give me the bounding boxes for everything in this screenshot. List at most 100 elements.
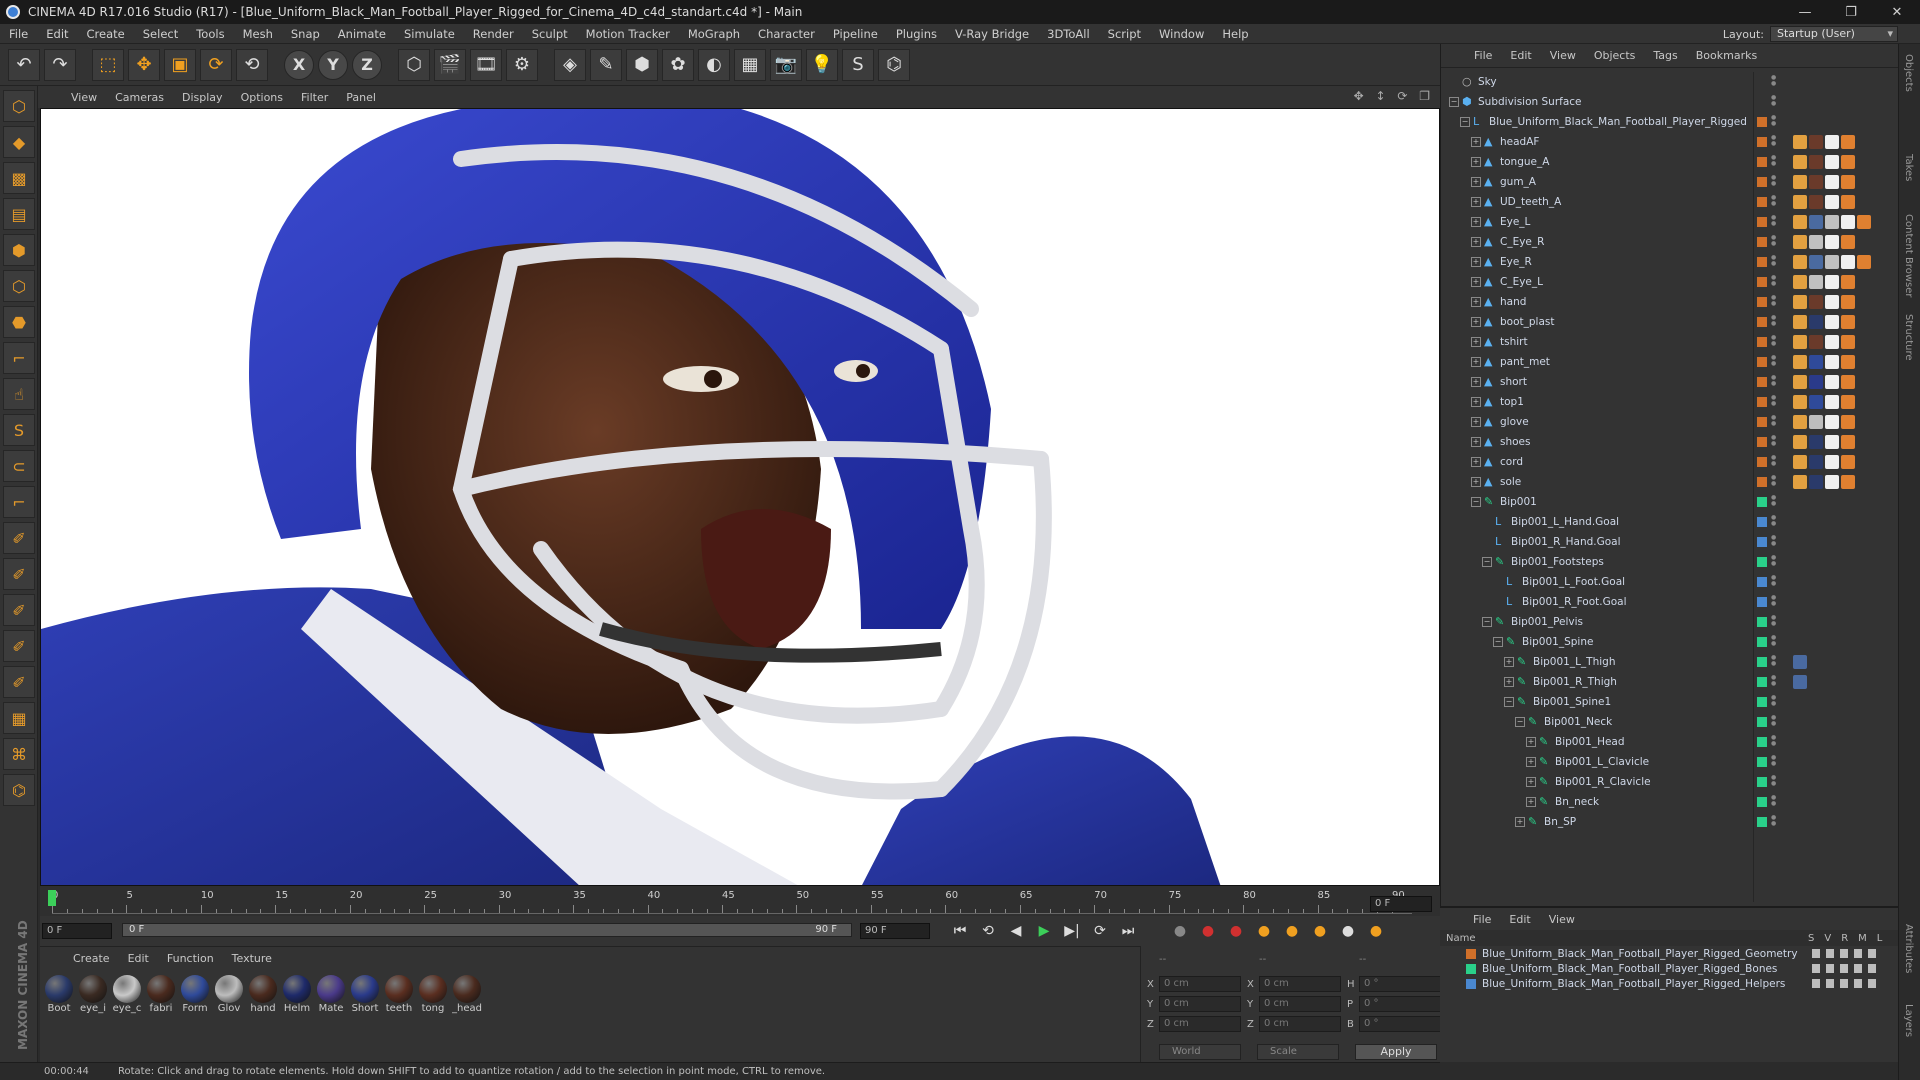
- play-button[interactable]: ▶: [1032, 920, 1056, 942]
- material-swatch[interactable]: Boot: [44, 975, 74, 1014]
- material-swatch[interactable]: hand: [248, 975, 278, 1014]
- collapse-icon[interactable]: −: [1482, 617, 1492, 627]
- coordinate-value-field[interactable]: 0 cm: [1159, 976, 1241, 992]
- expand-icon[interactable]: +: [1471, 457, 1481, 467]
- menu-3dtoall[interactable]: 3DToAll: [1038, 27, 1099, 41]
- layer-color-chip[interactable]: [1757, 117, 1767, 127]
- side-tab-content-browser[interactable]: Content Browser: [1903, 214, 1914, 297]
- object-row[interactable]: + ▲ glove ● ●: [1441, 412, 1899, 432]
- material-tag-icon[interactable]: [1793, 655, 1807, 669]
- material-tag-icon[interactable]: [1825, 375, 1839, 389]
- visibility-dots-icon[interactable]: ● ●: [1771, 535, 1776, 547]
- layer-color-chip[interactable]: [1757, 257, 1767, 267]
- material-tag-icon[interactable]: [1793, 255, 1807, 269]
- material-swatch[interactable]: eye_i: [78, 975, 108, 1014]
- expand-icon[interactable]: +: [1526, 777, 1536, 787]
- material-tag-icon[interactable]: [1793, 415, 1807, 429]
- visibility-dots-icon[interactable]: ● ●: [1771, 215, 1776, 227]
- collapse-icon[interactable]: −: [1515, 717, 1525, 727]
- layer-color-chip[interactable]: [1757, 137, 1767, 147]
- layer-flag-icon[interactable]: [1826, 964, 1834, 973]
- object-row[interactable]: L Bip001_L_Hand.Goal ● ●: [1441, 512, 1899, 532]
- layer-flag-icon[interactable]: [1826, 979, 1834, 988]
- visibility-dots-icon[interactable]: ● ●: [1771, 475, 1776, 487]
- layer-color-chip[interactable]: [1757, 597, 1767, 607]
- expand-icon[interactable]: +: [1515, 817, 1525, 827]
- object-menu-tags[interactable]: Tags: [1644, 49, 1686, 62]
- visibility-dots-icon[interactable]: ● ●: [1771, 515, 1776, 527]
- model-mode-icon[interactable]: ◆: [3, 126, 35, 158]
- material-tag-icon[interactable]: [1809, 135, 1823, 149]
- object-row[interactable]: + ▲ tongue_A ● ●: [1441, 152, 1899, 172]
- menu-help[interactable]: Help: [1213, 27, 1257, 41]
- material-tag-icon[interactable]: [1809, 375, 1823, 389]
- visibility-dots-icon[interactable]: ● ●: [1771, 395, 1776, 407]
- material-tag-icon[interactable]: [1825, 295, 1839, 309]
- material-tag-icon[interactable]: [1825, 275, 1839, 289]
- close-button[interactable]: ✕: [1874, 0, 1920, 24]
- material-tag-icon[interactable]: [1841, 275, 1855, 289]
- visibility-dots-icon[interactable]: ● ●: [1771, 655, 1776, 667]
- layer-color-chip[interactable]: [1757, 677, 1767, 687]
- expand-icon[interactable]: +: [1471, 377, 1481, 387]
- menu-mograph[interactable]: MoGraph: [679, 27, 749, 41]
- visibility-dots-icon[interactable]: ● ●: [1771, 295, 1776, 307]
- visibility-dots-icon[interactable]: ● ●: [1771, 755, 1776, 767]
- layer-color-chip[interactable]: [1757, 517, 1767, 527]
- material-tag-icon[interactable]: [1793, 155, 1807, 169]
- material-tag-icon[interactable]: [1793, 315, 1807, 329]
- cloner-icon[interactable]: ✿: [662, 48, 694, 81]
- material-tag-icon[interactable]: [1825, 335, 1839, 349]
- timeline-ruler[interactable]: 051015202530354045505560657075808590: [48, 890, 1412, 914]
- expand-icon[interactable]: +: [1526, 737, 1536, 747]
- material-menu-create[interactable]: Create: [64, 952, 119, 965]
- timeline[interactable]: 051015202530354045505560657075808590 0 F: [40, 886, 1440, 916]
- material-tag-icon[interactable]: [1825, 415, 1839, 429]
- camera-icon[interactable]: 📷: [770, 48, 802, 81]
- object-row[interactable]: − ✎ Bip001_Spine1 ● ●: [1441, 692, 1899, 712]
- material-tag-icon[interactable]: [1793, 355, 1807, 369]
- material-tag-icon[interactable]: [1841, 195, 1855, 209]
- viewport-menu-display[interactable]: Display: [173, 91, 232, 104]
- rotate-icon[interactable]: ⟳: [200, 48, 232, 81]
- material-tag-icon[interactable]: [1841, 295, 1855, 309]
- material-menu-texture[interactable]: Texture: [223, 952, 281, 965]
- collapse-icon[interactable]: −: [1449, 97, 1459, 107]
- layer-color-chip[interactable]: [1757, 657, 1767, 667]
- layer-color-chip[interactable]: [1757, 717, 1767, 727]
- material-tag-icon[interactable]: [1809, 155, 1823, 169]
- object-menu-view[interactable]: View: [1541, 49, 1585, 62]
- brush-icon[interactable]: ✐: [3, 522, 35, 554]
- material-tag-icon[interactable]: [1841, 175, 1855, 189]
- axis-x-lock-button[interactable]: X: [284, 49, 314, 80]
- material-tag-icon[interactable]: [1809, 475, 1823, 489]
- axis-y-lock-button[interactable]: Y: [318, 49, 348, 80]
- layer-flag-icon[interactable]: [1840, 979, 1848, 988]
- menu-script[interactable]: Script: [1099, 27, 1150, 41]
- layer-color-chip[interactable]: [1757, 357, 1767, 367]
- material-tag-icon[interactable]: [1809, 415, 1823, 429]
- lock-workplane-icon[interactable]: ▦: [3, 702, 35, 734]
- layer-color-chip[interactable]: [1757, 337, 1767, 347]
- visibility-dots-icon[interactable]: ● ●: [1771, 775, 1776, 787]
- material-tag-icon[interactable]: [1809, 315, 1823, 329]
- material-tag-icon[interactable]: [1793, 135, 1807, 149]
- visibility-dots-icon[interactable]: ● ●: [1771, 815, 1776, 827]
- menu-render[interactable]: Render: [464, 27, 523, 41]
- live-selection-icon[interactable]: ⬚: [92, 48, 124, 81]
- frame-range-slider[interactable]: 0 F 90 F: [122, 923, 852, 937]
- material-tag-icon[interactable]: [1841, 315, 1855, 329]
- render-settings-icon[interactable]: ⚙: [506, 48, 538, 81]
- layer-flag-icon[interactable]: [1812, 964, 1820, 973]
- material-tag-icon[interactable]: [1841, 235, 1855, 249]
- coordinate-value-field[interactable]: 0 °: [1359, 976, 1441, 992]
- visibility-dots-icon[interactable]: ● ●: [1771, 635, 1776, 647]
- previous-key-button[interactable]: ⟲: [976, 920, 1000, 942]
- layer-flag-icon[interactable]: [1868, 979, 1876, 988]
- material-tag-icon[interactable]: [1793, 235, 1807, 249]
- material-swatch[interactable]: _head: [452, 975, 482, 1014]
- record-keyframe-icon[interactable]: ●: [1280, 920, 1304, 942]
- side-tab-attributes[interactable]: Attributes: [1903, 924, 1914, 973]
- material-tag-icon[interactable]: [1841, 135, 1855, 149]
- go-to-start-button[interactable]: ⏮: [948, 920, 972, 942]
